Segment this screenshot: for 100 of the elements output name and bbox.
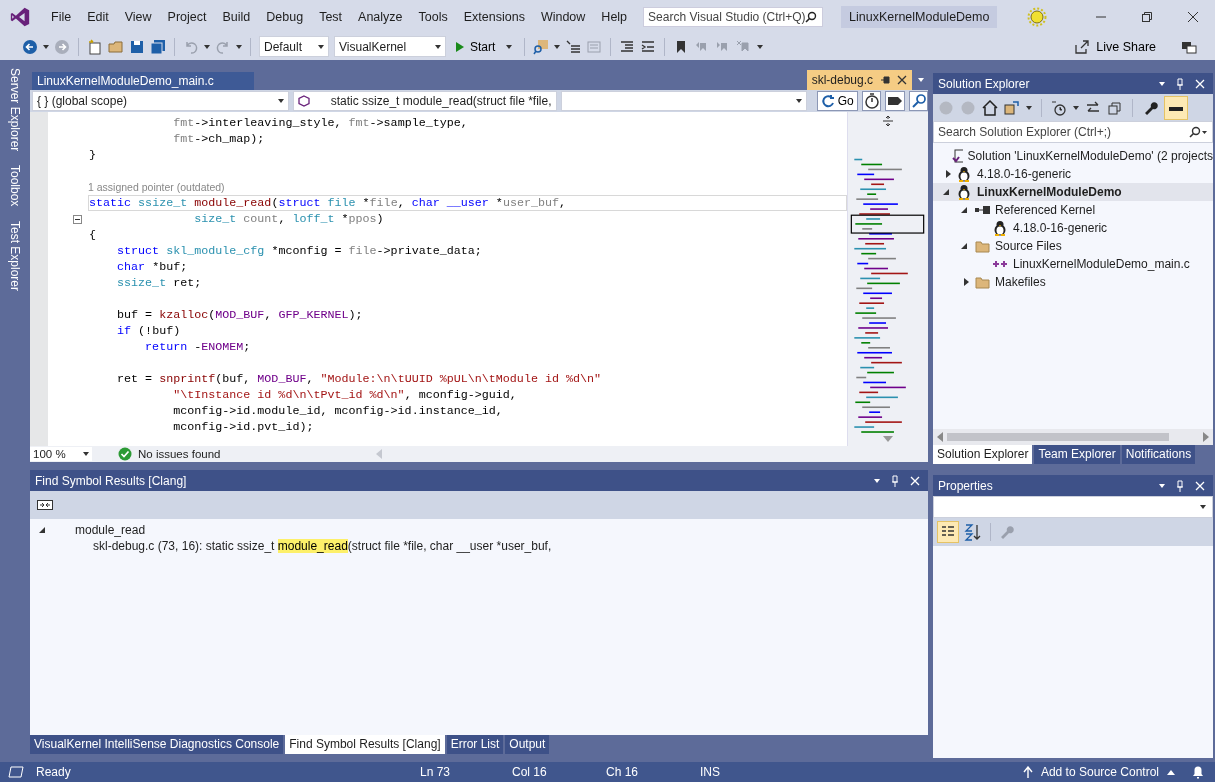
alphabetical-icon[interactable] <box>963 522 983 542</box>
tree-item[interactable]: Makefiles <box>933 273 1213 291</box>
expand-arrow-icon[interactable] <box>946 170 951 178</box>
tree-item[interactable]: 4.18.0-16-generic <box>933 219 1213 237</box>
tree-item[interactable]: Referenced Kernel <box>933 201 1213 219</box>
menu-item[interactable]: Tools <box>410 9 456 24</box>
solution-icon <box>952 148 963 164</box>
pin-icon[interactable] <box>879 74 891 86</box>
dropdown-caret-icon[interactable] <box>236 44 242 49</box>
close-icon[interactable] <box>897 75 907 85</box>
window-menu-caret-icon[interactable] <box>874 478 880 483</box>
pin-icon[interactable] <box>1175 77 1185 90</box>
caret-up-icon[interactable] <box>1167 769 1175 775</box>
tree-item[interactable]: LinuxKernelModuleDemo <box>933 183 1213 201</box>
scope-dropdown[interactable]: { } (global scope) <box>32 91 289 111</box>
symbol-name[interactable]: module_read <box>75 522 146 537</box>
dropdown-caret-icon[interactable] <box>554 44 561 49</box>
window-menu-caret-icon[interactable] <box>1159 81 1165 86</box>
panel-tab[interactable]: Error List <box>446 735 504 754</box>
stopwatch-icon[interactable] <box>861 91 882 111</box>
expand-arrow-icon[interactable] <box>961 243 967 249</box>
panel-tab[interactable]: VisualKernel IntelliSense Diagnostics Console <box>30 735 284 754</box>
dropdown-caret-icon[interactable] <box>43 44 49 49</box>
pin-icon[interactable] <box>890 474 900 487</box>
search-result-line[interactable]: skl-debug.c (73, 16): static ssize_t module_read(struct file *file, char __user *user_buf, <box>30 538 928 555</box>
panel-tab[interactable]: Output <box>505 735 550 754</box>
dropdown-caret-icon[interactable] <box>204 44 210 49</box>
new-project-icon[interactable] <box>87 38 103 55</box>
notification-bell-icon[interactable] <box>1191 765 1205 779</box>
configuration-dropdown[interactable]: Default <box>259 36 329 57</box>
switch-views-icon[interactable] <box>1004 99 1020 116</box>
platform-dropdown[interactable]: VisualKernel <box>334 36 446 57</box>
document-tab[interactable]: LinuxKernelModuleDemo_main.c <box>32 72 254 90</box>
search-icon[interactable] <box>908 91 928 111</box>
side-tab[interactable]: Toolbox <box>8 165 22 207</box>
codelens-hint[interactable]: 1 assigned pointer (outdated) <box>88 181 225 193</box>
tree-item[interactable]: LinuxKernelModuleDemo_main.c <box>933 255 1213 273</box>
expand-arrow-icon[interactable] <box>39 526 45 533</box>
line-number: Ln 73 <box>420 765 452 779</box>
outdent-icon[interactable] <box>619 38 636 55</box>
expand-arrow-icon[interactable] <box>964 278 969 286</box>
dropdown-caret-icon[interactable] <box>1026 105 1032 110</box>
search-field[interactable]: Search Solution Explorer (Ctrl+;) <box>933 121 1213 143</box>
list-members-icon[interactable] <box>565 38 582 55</box>
tree-item[interactable]: 4.18.0-16-generic <box>933 165 1213 183</box>
window-menu-caret-icon[interactable] <box>1159 483 1165 488</box>
tab-list-caret-icon[interactable] <box>918 78 924 82</box>
side-tab[interactable]: Server Explorer <box>8 68 22 152</box>
save-icon[interactable] <box>129 38 145 55</box>
restore-icon[interactable] <box>1141 10 1153 23</box>
menu-item[interactable]: Help <box>593 9 636 24</box>
scroll-left-icon[interactable] <box>937 432 943 442</box>
issues-status[interactable]: No issues found <box>138 448 221 460</box>
home-icon[interactable] <box>982 99 998 116</box>
sun-icon[interactable] <box>1027 6 1048 27</box>
source-control-button[interactable]: Add to Source Control <box>1040 765 1159 779</box>
menu-item[interactable]: Edit <box>79 9 117 24</box>
expand-arrow-icon[interactable] <box>943 189 949 195</box>
panel-tab[interactable]: Find Symbol Results [Clang] <box>285 735 445 754</box>
pending-changes-icon[interactable] <box>1051 99 1067 116</box>
expand-arrow-icon[interactable] <box>961 207 967 213</box>
menu-item[interactable]: Test <box>311 9 351 24</box>
back-icon[interactable] <box>22 38 38 55</box>
panel-tab[interactable]: Notifications <box>1121 445 1196 464</box>
start-button[interactable]: Start <box>451 39 517 54</box>
indent-icon[interactable] <box>640 38 657 55</box>
split-handle-icon[interactable] <box>882 115 894 127</box>
menu-item[interactable]: Extensions <box>455 9 533 24</box>
find-in-files-icon[interactable] <box>533 38 550 55</box>
tag-icon[interactable] <box>885 91 905 111</box>
live-share-button[interactable]: Live Share <box>1070 38 1160 55</box>
go-button[interactable]: Go <box>816 91 858 111</box>
preview-icon[interactable] <box>1164 95 1188 120</box>
categorized-icon[interactable] <box>937 521 959 543</box>
scroll-right-icon[interactable] <box>1203 432 1209 442</box>
menu-item[interactable]: Analyze <box>350 9 411 24</box>
scrollbar-thumb[interactable] <box>947 433 1169 441</box>
dropdown-caret-icon[interactable] <box>1073 105 1079 110</box>
dropdown-caret-icon[interactable] <box>757 44 764 49</box>
menu-item[interactable]: Debug <box>258 9 312 24</box>
side-tab[interactable]: Test Explorer <box>8 220 22 291</box>
close-icon[interactable] <box>1187 10 1199 23</box>
tree-item[interactable]: Solution 'LinuxKernelModuleDemo' (2 projects <box>933 147 1213 165</box>
document-tab[interactable]: skl-debug.c <box>806 70 912 90</box>
menu-item[interactable]: View <box>116 9 160 24</box>
pin-icon[interactable] <box>1175 479 1185 492</box>
tree-item[interactable]: Source Files <box>933 237 1213 255</box>
zoom-dropdown[interactable]: 100 % <box>30 447 92 461</box>
menu-item[interactable]: File <box>43 9 80 24</box>
output-icon[interactable] <box>8 765 24 779</box>
menu-item[interactable]: Build <box>214 9 259 24</box>
collapse-toggle-icon[interactable] <box>73 214 82 224</box>
save-all-icon[interactable] <box>150 38 166 55</box>
panel-tab[interactable]: Team Explorer <box>1034 445 1120 464</box>
search-field[interactable]: Search Visual Studio (Ctrl+Q) <box>643 6 824 27</box>
menu-item[interactable]: Window <box>532 9 594 24</box>
member-dropdown[interactable]: static ssize_t module_read(struct file *file, <box>292 91 557 111</box>
panel-tab[interactable]: Solution Explorer <box>933 445 1033 464</box>
collapse-all-icon[interactable] <box>37 500 53 510</box>
menu-item[interactable]: Project <box>159 9 215 24</box>
